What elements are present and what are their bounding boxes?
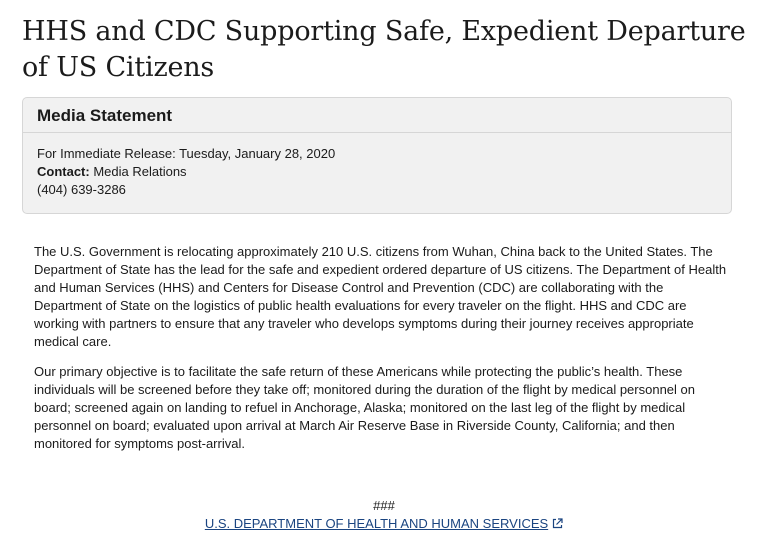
article-body: The U.S. Government is relocating approx… xyxy=(34,243,734,465)
paragraph-2: Our primary objective is to facilitate t… xyxy=(34,364,695,451)
release-date-line: For Immediate Release: Tuesday, January … xyxy=(37,146,336,161)
external-link-icon xyxy=(552,516,563,534)
article-footer: ### U.S. DEPARTMENT OF HEALTH AND HUMAN … xyxy=(0,497,768,534)
end-mark: ### xyxy=(373,498,395,513)
phone-number: (404) 639-3286 xyxy=(37,182,126,197)
media-statement-heading: Media Statement xyxy=(23,98,731,133)
page-title: HHS and CDC Supporting Safe, Expedient D… xyxy=(22,16,746,83)
contact-label: Contact: xyxy=(37,164,90,179)
contact-value: Media Relations xyxy=(93,164,187,179)
hhs-link[interactable]: U.S. DEPARTMENT OF HEALTH AND HUMAN SERV… xyxy=(205,516,563,531)
contact-line: Contact: Media Relations xyxy=(37,163,731,181)
hhs-link-row: U.S. DEPARTMENT OF HEALTH AND HUMAN SERV… xyxy=(0,515,768,534)
media-statement-details: For Immediate Release: Tuesday, January … xyxy=(23,133,731,199)
hhs-link-text: U.S. DEPARTMENT OF HEALTH AND HUMAN SERV… xyxy=(204,516,549,531)
media-statement-box: Media Statement For Immediate Release: T… xyxy=(22,97,732,214)
paragraph-1: The U.S. Government is relocating approx… xyxy=(34,244,727,349)
page: HHS and CDC Supporting Safe, Expedient D… xyxy=(0,0,768,547)
